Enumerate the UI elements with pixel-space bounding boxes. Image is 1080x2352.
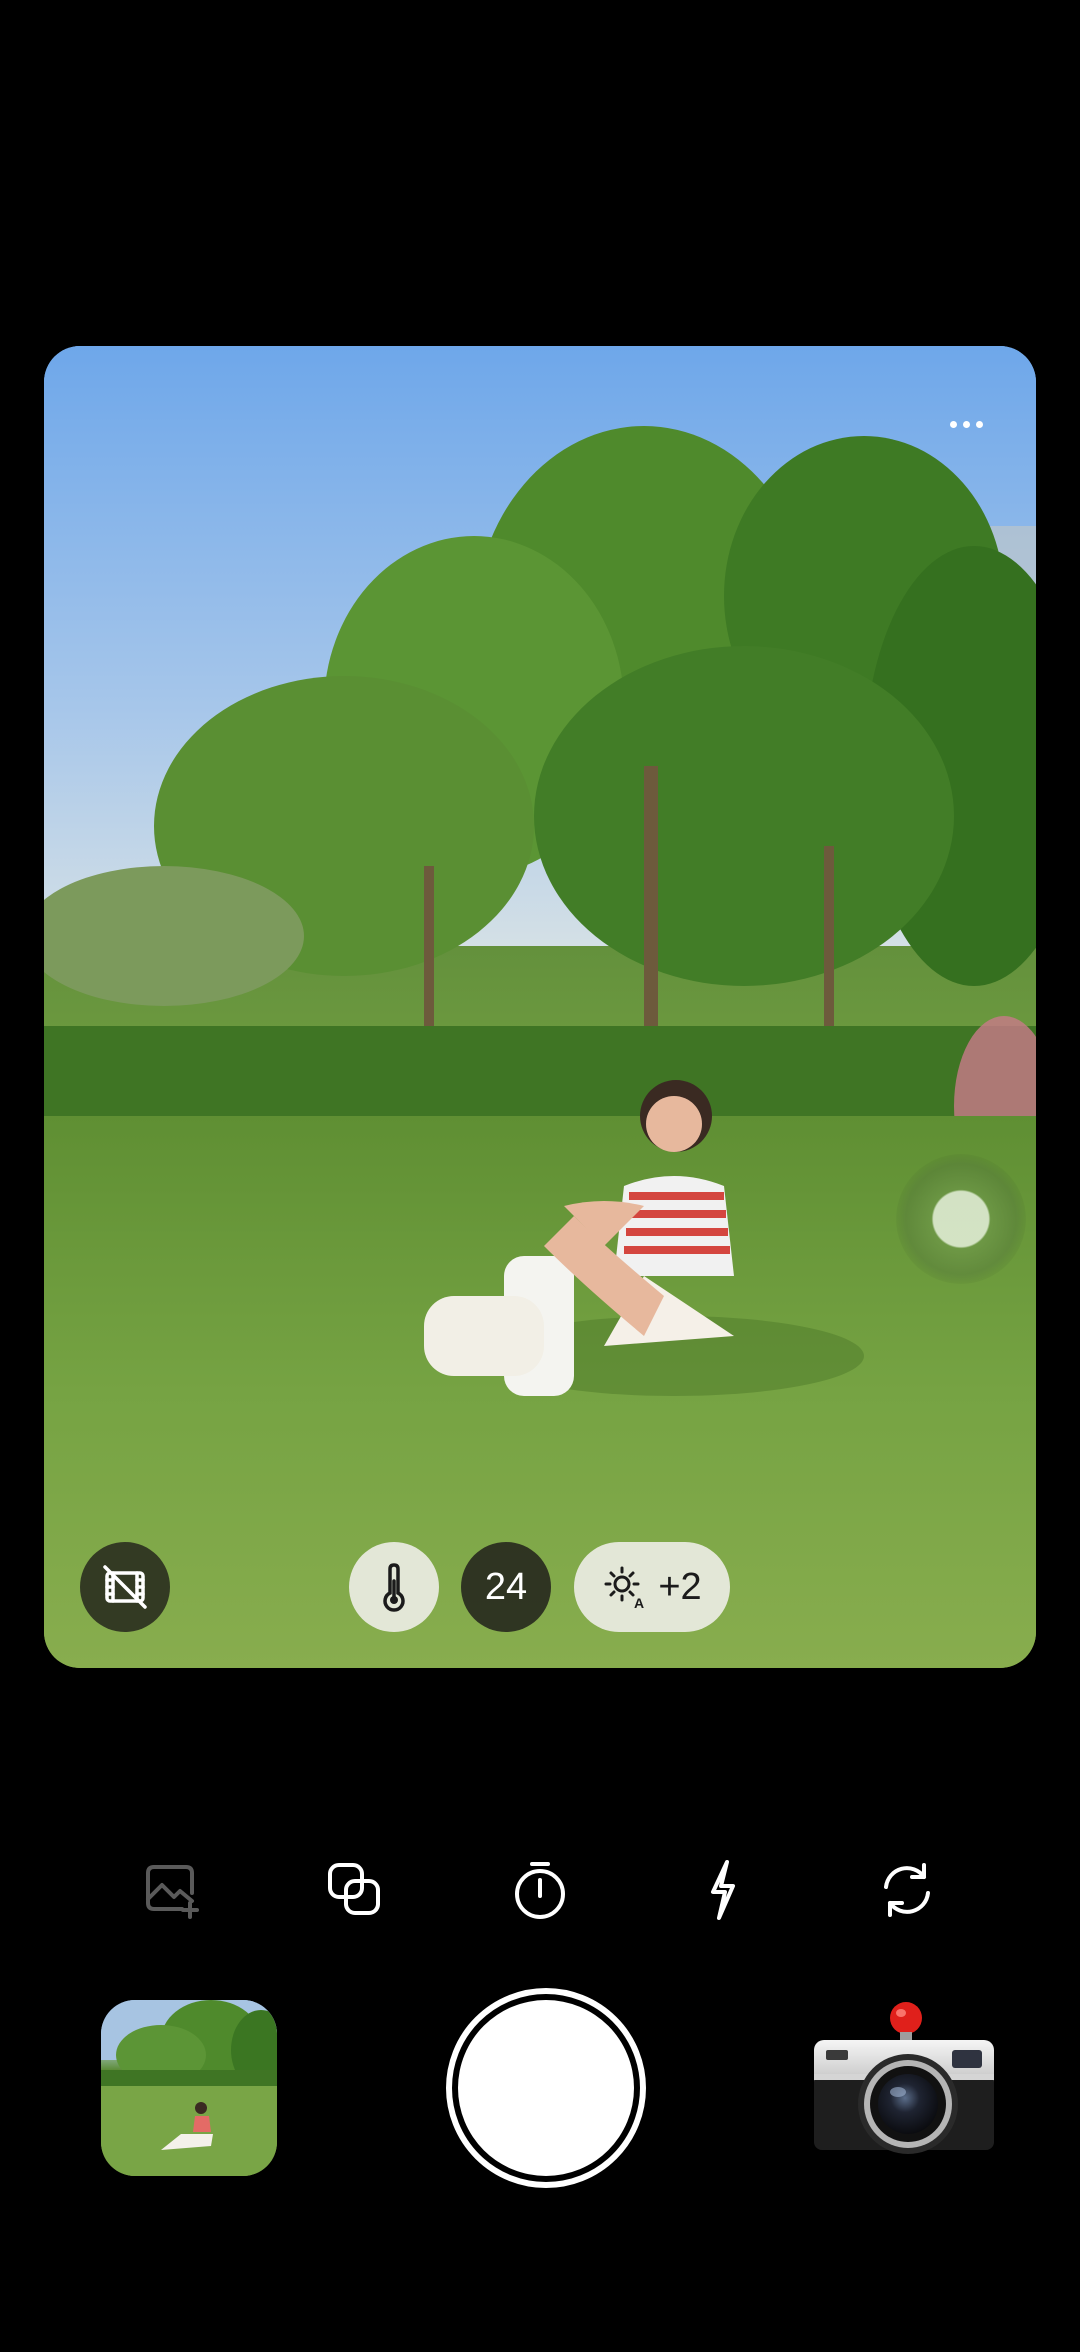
timer-button[interactable] (505, 1855, 575, 1925)
more-options-button[interactable] (936, 404, 996, 444)
svg-text:A: A (634, 1595, 644, 1610)
timer-icon (515, 1862, 565, 1919)
camera-toolbar (0, 1855, 1080, 1925)
flash-icon (711, 1860, 735, 1920)
thermometer-icon (383, 1563, 405, 1612)
add-image-button[interactable] (138, 1855, 208, 1925)
retro-camera-icon (814, 2002, 994, 2154)
auto-brightness-icon: A (604, 1566, 644, 1610)
last-photo-thumbnail (101, 2000, 277, 2176)
add-image-icon (146, 1865, 199, 1919)
focus-indicator[interactable] (896, 1154, 1026, 1284)
shutter-button[interactable] (446, 1988, 646, 2188)
iso-value: 24 (484, 1565, 528, 1608)
flash-button[interactable] (688, 1855, 758, 1925)
camera-viewfinder[interactable]: 24 A +2 (44, 346, 1036, 1668)
white-balance-button[interactable] (349, 1542, 439, 1632)
multi-exposure-button[interactable] (320, 1855, 390, 1925)
shutter-button-inner (458, 2000, 634, 2176)
switch-camera-button[interactable] (872, 1855, 942, 1925)
gallery-thumbnail[interactable] (101, 2000, 277, 2176)
iso-button[interactable]: 24 (461, 1542, 551, 1632)
film-mode-toggle-button[interactable] (80, 1542, 170, 1632)
camera-style-button[interactable] (812, 1998, 996, 2160)
overlap-squares-icon (328, 1863, 380, 1915)
viewfinder-preview-image (44, 346, 1036, 1668)
exposure-value: +2 (658, 1565, 702, 1608)
ellipsis-icon (949, 420, 957, 428)
film-off-icon (103, 1565, 147, 1609)
switch-camera-icon (884, 1863, 930, 1917)
exposure-button[interactable]: A +2 (574, 1542, 730, 1632)
